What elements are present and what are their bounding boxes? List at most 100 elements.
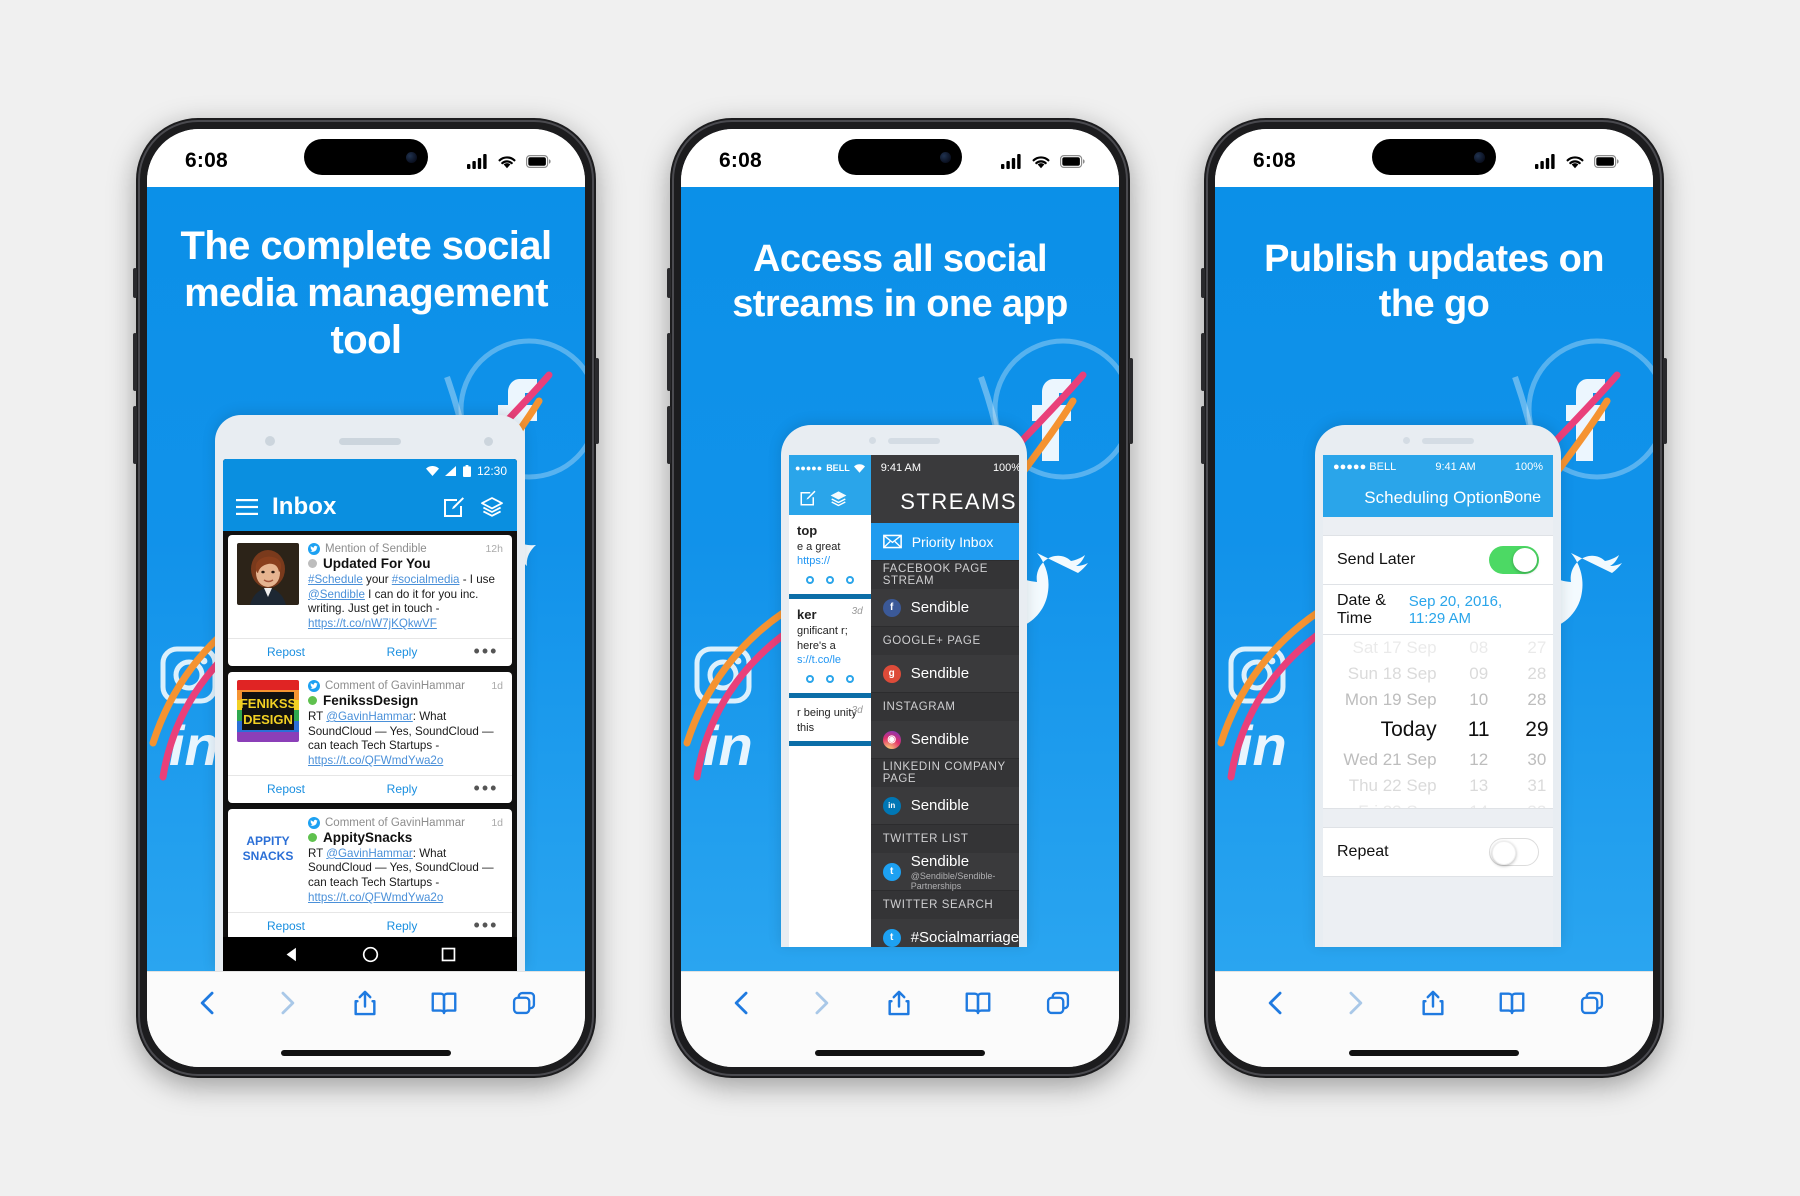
stream-item-googleplus[interactable]: g Sendible [870,655,1019,693]
layers-icon[interactable] [829,489,848,508]
send-later-row[interactable]: Send Later [1323,535,1553,585]
volume-up-button[interactable] [1201,333,1205,391]
more-options-button[interactable]: ••• [460,916,512,934]
android-nav-bar[interactable] [223,937,517,971]
power-button[interactable] [1129,358,1133,444]
book-icon[interactable] [1497,988,1527,1018]
card-actions[interactable]: Repost Reply ••• [228,911,512,937]
tabs-squares-icon[interactable] [1578,988,1606,1018]
url-link[interactable]: https://t.co/QFWmdYwa2o [308,754,443,767]
picker-row[interactable]: Wed 21 Sep 12 30 [1323,747,1553,773]
mute-switch[interactable] [667,268,671,298]
streams-toolbar[interactable] [789,481,871,515]
mention-link[interactable]: @Sendible [308,588,365,601]
picker-row[interactable]: Thu 22 Sep 13 31 [1323,773,1553,799]
stream-card[interactable]: 3d ker gnificant r; here's a s://t.co/le [789,599,871,699]
home-indicator[interactable] [815,1050,985,1056]
date-time-value[interactable]: Sep 20, 2016, 11:29 AM [1409,593,1539,627]
volume-up-button[interactable] [133,333,137,391]
reply-button[interactable]: Reply [344,782,460,796]
dot-icon[interactable] [825,576,834,585]
inbox-feed[interactable]: 12h Mention of Sendible Updated For You … [223,531,517,937]
power-button[interactable] [595,358,599,444]
repost-button[interactable]: Repost [228,782,344,796]
volume-up-button[interactable] [667,333,671,391]
reply-button[interactable]: Reply [344,645,460,659]
url-link[interactable]: https://t.co/nW7jKQkwVF [308,617,437,630]
picker-row[interactable]: Sun 18 Sep 09 28 [1323,661,1553,687]
tabs-squares-icon[interactable] [510,988,538,1018]
more-options-button[interactable]: ••• [460,780,512,798]
volume-down-button[interactable] [133,406,137,464]
stream-item-twitter-list[interactable]: t Sendible @Sendible/Sendible-Partnershi… [870,853,1019,891]
volume-down-button[interactable] [1201,406,1205,464]
stream-item-twitter-search[interactable]: t #Socialmarriage [871,919,1019,947]
url-link[interactable]: https:// [797,555,830,567]
mention-link[interactable]: @GavinHammar [326,847,413,860]
stream-card[interactable]: top e a great https:// [789,515,871,600]
repeat-toggle[interactable] [1489,838,1539,866]
picker-row[interactable]: Fri 23 Sep 14 32 [1323,799,1553,808]
safari-toolbar-1[interactable] [147,971,585,1067]
stream-card-dots[interactable] [797,667,863,687]
mention-link[interactable]: @GavinHammar [326,710,413,723]
share-up-arrow-icon[interactable] [885,988,913,1018]
android-recents-icon[interactable] [440,946,457,963]
chevron-left-icon[interactable] [194,988,222,1018]
compose-icon[interactable] [799,489,817,507]
stream-item-instagram[interactable]: ◉ Sendible [870,721,1019,759]
inbox-card[interactable]: 12h Mention of Sendible Updated For You … [228,535,512,666]
android-home-icon[interactable] [362,946,379,963]
stream-item-priority-inbox[interactable]: Priority Inbox [870,523,1019,561]
inbox-card[interactable]: FENIKSS DESIGN 1d Comment of GavinHammar… [228,671,512,803]
hashtag-link[interactable]: #socialmedia [392,573,460,586]
volume-down-button[interactable] [667,406,671,464]
more-options-button[interactable]: ••• [460,643,512,661]
url-link[interactable]: s://t.co/le [797,654,841,666]
repost-button[interactable]: Repost [228,919,344,933]
share-up-arrow-icon[interactable] [1419,988,1447,1018]
stream-item-facebook[interactable]: f Sendible [870,589,1019,627]
book-icon[interactable] [963,988,993,1018]
safari-toolbar-2[interactable] [681,971,1119,1067]
chevron-right-icon[interactable] [807,988,835,1018]
share-up-arrow-icon[interactable] [351,988,379,1018]
repost-button[interactable]: Repost [228,645,344,659]
compose-icon[interactable] [442,495,466,519]
mute-switch[interactable] [133,268,137,298]
stream-card-dots[interactable] [797,568,863,588]
chevron-left-icon[interactable] [728,988,756,1018]
picker-row[interactable]: Sat 17 Sep 08 27 [1323,635,1553,661]
dot-icon[interactable] [805,675,814,684]
stream-card[interactable]: 3d r being unity this [789,698,871,746]
streams-left-pane[interactable]: ●●●●● BELL top e a great https:// 3d ker… [789,455,871,947]
reply-button[interactable]: Reply [344,919,460,933]
dot-icon[interactable] [825,675,834,684]
chevron-right-icon[interactable] [1341,988,1369,1018]
done-button[interactable]: Done [1503,489,1541,507]
layers-icon[interactable] [480,495,504,519]
tabs-squares-icon[interactable] [1044,988,1072,1018]
picker-row[interactable]: Mon 19 Sep 10 28 [1323,687,1553,713]
chevron-right-icon[interactable] [273,988,301,1018]
safari-toolbar-3[interactable] [1215,971,1653,1067]
hashtag-link[interactable]: #Schedule [308,573,363,586]
send-later-toggle[interactable] [1489,546,1539,574]
streams-right-pane[interactable]: 9:41 AM 100% STREAMS Priority Inbox FACE… [870,455,1019,947]
dot-icon[interactable] [845,675,854,684]
dot-icon[interactable] [805,576,814,585]
hamburger-menu-icon[interactable] [236,499,258,515]
mute-switch[interactable] [1201,268,1205,298]
repeat-row[interactable]: Repeat [1323,827,1553,877]
stream-item-linkedin[interactable]: in Sendible [870,787,1019,825]
dot-icon[interactable] [845,576,854,585]
card-actions[interactable]: Repost Reply ••• [228,637,512,666]
android-back-icon[interactable] [284,946,301,963]
chevron-left-icon[interactable] [1262,988,1290,1018]
url-link[interactable]: https://t.co/QFWmdYwa2o [308,891,443,904]
home-indicator[interactable] [281,1050,451,1056]
date-time-picker[interactable]: Sat 17 Sep 08 27 Sun 18 Sep 09 28 Mon 19… [1323,635,1553,809]
inbox-card[interactable]: APPITY SNACKS 1d Comment of GavinHammar … [228,808,512,937]
home-indicator[interactable] [1349,1050,1519,1056]
picker-row-selected[interactable]: Today 11 29 [1323,713,1553,747]
